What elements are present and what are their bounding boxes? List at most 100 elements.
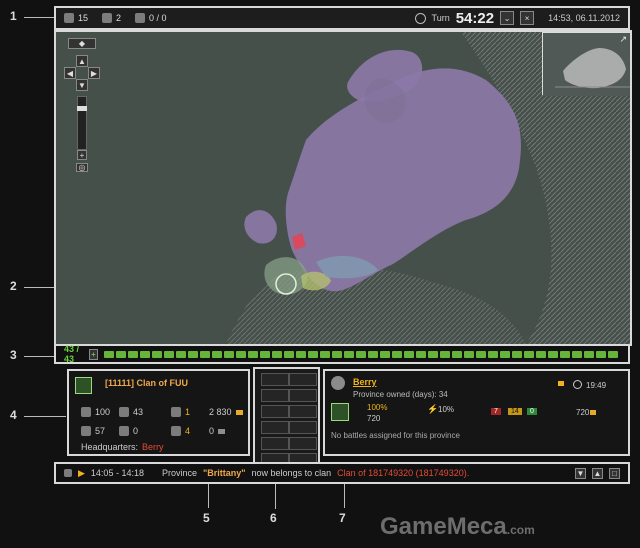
callout-1: 1: [10, 9, 17, 23]
callout-7: 7: [339, 511, 346, 525]
zoom-slider[interactable]: [77, 96, 87, 150]
clan-stat-e: 57: [95, 426, 106, 436]
callout-6: 6: [270, 511, 277, 525]
artillery-icon: [119, 407, 129, 417]
province-percent-b: 10%: [438, 405, 455, 414]
clock-icon: [414, 12, 426, 24]
action-button-10[interactable]: [289, 437, 317, 450]
callout-5: 5: [203, 511, 210, 525]
log-prefix: Province: [161, 468, 197, 478]
headquarters-value[interactable]: Berry: [142, 442, 164, 452]
zoom-in-button[interactable]: +: [77, 150, 87, 160]
players-count: 15: [78, 13, 89, 23]
moves-count: 0 / 0: [149, 13, 167, 23]
log-time: 14:05 - 14:18: [90, 468, 144, 478]
action-buttons-panel: [253, 367, 320, 471]
turn-count: 43 / 43: [64, 344, 80, 364]
badge-a: 7: [491, 408, 501, 415]
minimap-svg: [543, 33, 630, 96]
datetime: 14:53, 06.11.2012: [548, 13, 620, 23]
clan-stat-d: 2 830: [209, 407, 232, 417]
callout-4: 4: [10, 408, 17, 422]
province-status: No battles assigned for this province: [331, 431, 460, 440]
view-toggle-button[interactable]: ◎: [76, 163, 88, 172]
clan-emblem: [75, 377, 92, 394]
minimap[interactable]: ↗: [542, 32, 630, 96]
tank-icon: [81, 407, 91, 417]
action-button-4[interactable]: [289, 389, 317, 402]
top-status-bar: 15 2 0 / 0 Turn 54:22 ⌄ × 14:53, 06.11.2…: [54, 6, 630, 30]
pan-right-button[interactable]: ▶: [88, 67, 100, 79]
clan-name: [11111] Clan of FUU: [105, 378, 189, 388]
clan-stat-a: 100: [95, 407, 111, 417]
action-button-7[interactable]: [261, 421, 289, 434]
resource-small-icon: [218, 428, 226, 434]
turn-progress-bar: 43 / 43 +: [54, 344, 630, 364]
action-button-5[interactable]: [261, 405, 289, 418]
clan-stat-f: 0: [133, 426, 139, 436]
vehicle-icon: [81, 426, 91, 436]
callout-2: 2: [10, 279, 17, 293]
watermark-suffix: .com: [506, 523, 535, 537]
dropdown-button[interactable]: ⌄: [500, 11, 515, 25]
badge-b: 14: [508, 408, 522, 415]
log-province[interactable]: "Brittany": [203, 468, 246, 478]
province-name[interactable]: Berry: [353, 377, 377, 387]
badge-c: 0: [527, 408, 537, 415]
resource-icon: [171, 426, 181, 436]
province-time: 19:49: [586, 381, 607, 390]
close-button[interactable]: ×: [520, 11, 535, 25]
action-button-2[interactable]: [289, 373, 317, 386]
province-owned-days: Province owned (days): 34: [353, 390, 448, 399]
lightning-icon: ⚡: [427, 404, 439, 414]
log-down-button[interactable]: ▼: [575, 467, 586, 479]
turn-label: Turn: [431, 13, 450, 23]
crossed-swords-icon: [102, 13, 113, 23]
clan-stat-b: 43: [133, 407, 144, 417]
action-button-9[interactable]: [261, 437, 289, 450]
income-icon: [590, 410, 596, 415]
log-expand-button[interactable]: □: [609, 467, 620, 479]
log-up-button[interactable]: ▲: [592, 467, 603, 479]
movement-icon: [135, 13, 146, 23]
headquarters-label: Headquarters:: [81, 442, 139, 452]
clan-stat-c: 1: [185, 407, 191, 417]
pan-left-button[interactable]: ◀: [64, 67, 76, 79]
province-emblem: [331, 403, 349, 421]
province-income: 720: [576, 408, 590, 417]
expand-minimap-icon[interactable]: ↗: [619, 34, 627, 45]
clan-stat-g: 4: [185, 426, 191, 436]
log-arrow-icon: ▶: [78, 467, 85, 478]
crossed-swords-small-icon: [171, 407, 181, 417]
action-button-1[interactable]: [261, 373, 289, 386]
turn-segments: [104, 350, 620, 358]
movement-small-icon: [119, 426, 129, 436]
zoom-slider-handle[interactable]: [77, 106, 87, 111]
campaign-map[interactable]: ↗ ◆ ▲ ◀ ▶ ▼ + ◎: [56, 32, 630, 344]
province-value-a: 720: [367, 414, 381, 423]
flag-icon: [558, 381, 564, 386]
province-percent-a: 100%: [367, 403, 388, 412]
pan-down-button[interactable]: ▼: [76, 79, 88, 91]
province-info-panel: Berry Province owned (days): 34 19:49 10…: [323, 369, 630, 456]
clan-flag-icon: [64, 469, 72, 477]
watermark-brand: GameMeca: [380, 513, 507, 540]
log-clan[interactable]: Clan of 181749320 (181749320).: [337, 468, 469, 478]
log-middle: now belongs to clan: [251, 468, 332, 478]
battles-count: 2: [116, 13, 122, 23]
map-navigation-control: ◆ ▲ ◀ ▶ ▼ + ◎: [64, 38, 100, 172]
turn-plus-button[interactable]: +: [88, 348, 98, 360]
clan-stat-h: 0: [209, 426, 215, 436]
clan-info-panel: [11111] Clan of FUU 100 43 1 2 830 57 0 …: [67, 369, 250, 456]
event-log-bar: ▶ 14:05 - 14:18 Province "Brittany" now …: [54, 462, 630, 484]
watermark: GameMeca.com: [380, 513, 535, 541]
players-icon: [64, 13, 74, 23]
action-button-6[interactable]: [289, 405, 317, 418]
callout-3: 3: [10, 348, 17, 362]
action-button-8[interactable]: [289, 421, 317, 434]
fit-map-button[interactable]: ◆: [68, 38, 96, 49]
pan-up-button[interactable]: ▲: [76, 55, 88, 67]
turn-timer: 54:22: [455, 9, 495, 27]
action-button-3[interactable]: [261, 389, 289, 402]
gold-icon: [235, 409, 243, 415]
